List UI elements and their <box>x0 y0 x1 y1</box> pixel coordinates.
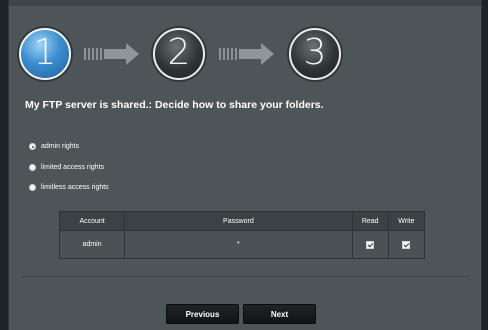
radio-button[interactable] <box>29 164 36 171</box>
next-button[interactable]: Next <box>243 304 316 324</box>
step-1-number: 1 <box>33 32 57 73</box>
step-3-number: 3 <box>303 32 327 73</box>
column-header-read: Read <box>351 211 389 231</box>
read-cell <box>351 230 389 259</box>
table-header-row: Account Password Read Write <box>58 211 426 231</box>
arrow-right-icon <box>219 43 275 65</box>
page-title: My FTP server is shared.: Decide how to … <box>25 99 324 111</box>
column-header-password: Password <box>124 211 353 231</box>
radio-label: admin rights <box>41 143 80 150</box>
step-2-number: 2 <box>167 32 191 73</box>
accounts-table: Account Password Read Write admin * <box>58 211 426 259</box>
read-checkbox[interactable] <box>366 240 375 249</box>
previous-button[interactable]: Previous <box>166 304 239 324</box>
step-2-indicator: 2 <box>153 28 205 80</box>
password-cell: * <box>124 230 353 259</box>
write-cell <box>387 230 426 259</box>
step-3-indicator: 3 <box>289 28 341 80</box>
column-header-write: Write <box>387 211 426 231</box>
arrow-right-icon <box>84 43 140 65</box>
account-cell: admin <box>58 230 126 259</box>
radio-option-admin-rights[interactable]: admin rights <box>29 143 79 150</box>
radio-option-limitless-access-rights[interactable]: limitless access rights <box>29 184 109 191</box>
radio-label: limitless access rights <box>41 184 109 191</box>
write-checkbox[interactable] <box>402 240 411 249</box>
radio-button[interactable] <box>29 143 36 150</box>
radio-button[interactable] <box>29 184 36 191</box>
wizard-panel: 1 2 3 My FTP server is shared.: Decide h… <box>8 0 482 330</box>
radio-label: limited access rights <box>41 164 105 171</box>
step-1-indicator: 1 <box>19 28 71 80</box>
divider <box>21 276 469 277</box>
radio-option-limited-access-rights[interactable]: limited access rights <box>29 164 104 171</box>
table-row: admin * <box>58 230 426 259</box>
column-header-account: Account <box>58 211 126 231</box>
